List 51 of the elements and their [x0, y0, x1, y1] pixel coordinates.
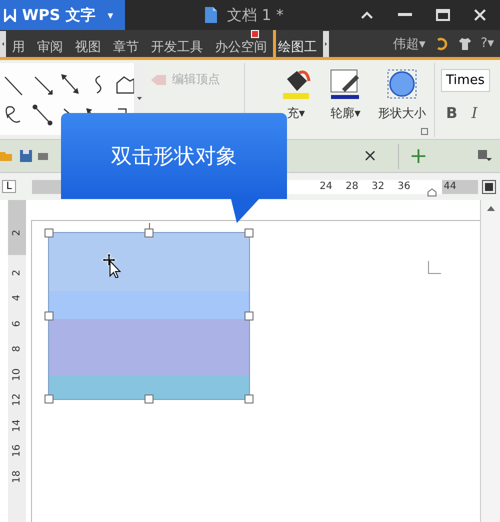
resize-handle[interactable] — [44, 394, 54, 404]
shape-size-button[interactable]: 形状大小 — [378, 67, 426, 122]
resize-handle[interactable] — [244, 228, 254, 238]
menu-tab[interactable]: 办公空间 — [209, 30, 273, 58]
menu-tab[interactable]: 用 — [6, 30, 31, 58]
app-menu-button[interactable]: WPS 文字 ▾ — [0, 0, 125, 30]
shirt-icon[interactable] — [458, 36, 472, 50]
ruler-toggle-icon[interactable] — [482, 180, 496, 194]
scroll-right-icon[interactable] — [323, 30, 329, 56]
minimize-icon[interactable] — [398, 13, 412, 17]
move-cursor-icon — [101, 252, 123, 278]
outline-button[interactable]: 轮廓▾ — [328, 67, 362, 122]
resize-handle[interactable] — [144, 228, 154, 238]
collapse-icon[interactable] — [360, 10, 374, 20]
italic-button[interactable]: I — [471, 104, 478, 122]
font-name-field[interactable]: Times — [441, 69, 490, 92]
menu-tab[interactable]: 章节 — [107, 30, 145, 58]
scroll-up-icon[interactable] — [486, 206, 494, 211]
tab-list-icon[interactable] — [478, 150, 492, 162]
help-menu[interactable]: ?▾ — [480, 36, 494, 51]
bold-button[interactable]: B — [446, 104, 458, 122]
shape-size-icon — [385, 67, 420, 101]
vertical-scrollbar[interactable] — [480, 200, 500, 522]
close-icon[interactable] — [474, 9, 486, 21]
app-name: WPS 文字 — [22, 6, 96, 24]
resize-handle[interactable] — [244, 312, 254, 320]
menu-tab[interactable]: 开发工具 — [145, 30, 209, 58]
resize-handle[interactable] — [144, 394, 154, 404]
indent-marker-icon[interactable] — [427, 188, 437, 196]
user-menu[interactable]: 伟超▾ — [393, 34, 426, 52]
menu-tab[interactable]: 视图 — [69, 30, 107, 58]
resize-handle[interactable] — [44, 312, 54, 320]
scroll-left-icon[interactable] — [0, 30, 6, 56]
edit-points-icon — [149, 74, 167, 86]
tab-stop-selector[interactable]: L — [2, 180, 16, 193]
dialog-launcher-icon[interactable] — [421, 128, 428, 135]
vertical-ruler: 2 2 4 6 8 10 12 14 16 18 — [8, 200, 26, 522]
rotation-handle[interactable] — [149, 223, 150, 229]
sync-icon[interactable] — [434, 36, 449, 50]
resize-handle[interactable] — [244, 394, 254, 404]
fill-button[interactable]: 充▾ — [252, 67, 313, 122]
maximize-icon[interactable] — [436, 9, 450, 21]
resize-handle[interactable] — [44, 228, 54, 238]
menu-tab[interactable]: 审阅 — [31, 30, 69, 58]
save-icon[interactable] — [19, 149, 33, 163]
caret-icon: ▾ — [108, 8, 114, 22]
document-title: 文档 1 * — [227, 6, 284, 24]
document-icon — [203, 6, 219, 24]
logo-icon — [4, 8, 16, 22]
close-tab-button[interactable]: × — [363, 146, 378, 166]
tooltip-text: 双击形状对象 — [111, 143, 237, 169]
